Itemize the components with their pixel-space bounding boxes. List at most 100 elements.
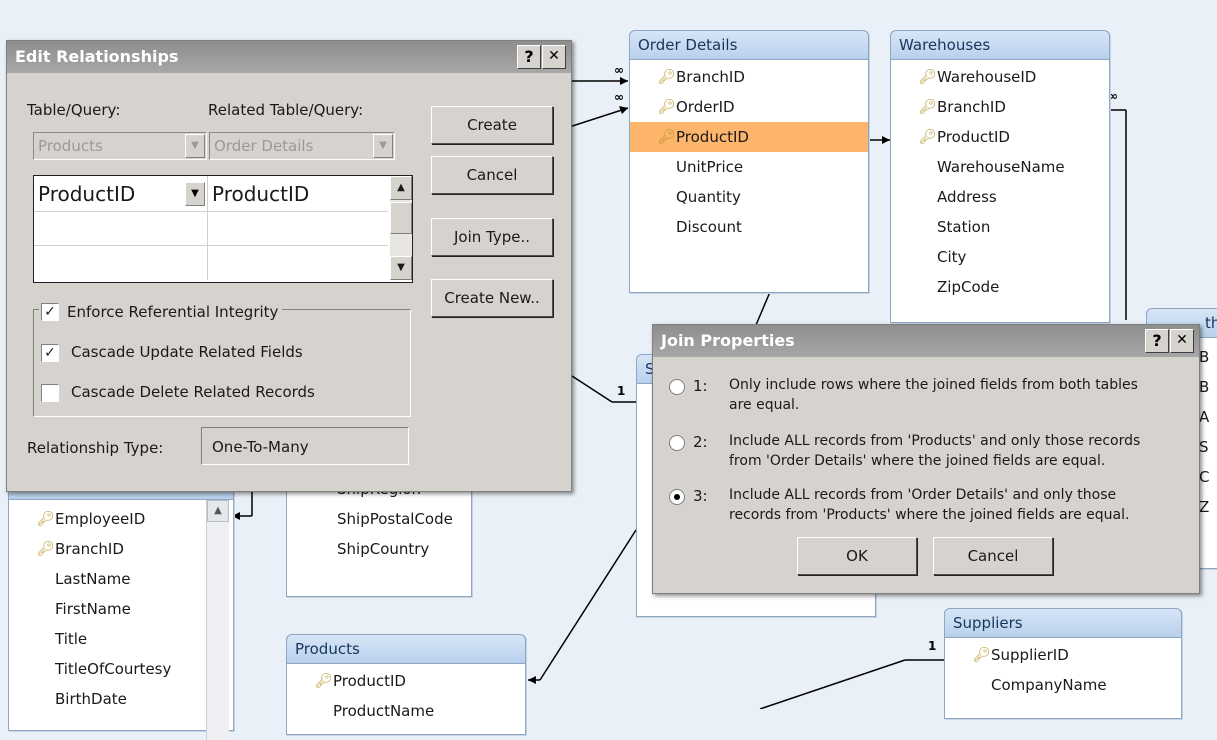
field-grid[interactable]: ProductID ▼ ProductID ▲ ▼ bbox=[33, 175, 413, 283]
chevron-down-icon[interactable]: ▼ bbox=[185, 134, 205, 158]
field-row[interactable]: LastName bbox=[9, 564, 233, 594]
enforce-integrity-checkbox[interactable]: ✓ bbox=[41, 303, 59, 321]
table-title[interactable]: Warehouses bbox=[890, 30, 1110, 60]
grid-cell[interactable] bbox=[34, 212, 208, 246]
field-row[interactable]: 🔑︎ BranchID bbox=[891, 92, 1109, 122]
field-row[interactable]: FirstName bbox=[9, 594, 233, 624]
key-icon: 🔑︎ bbox=[315, 673, 333, 689]
table-title[interactable]: Order Details bbox=[629, 30, 869, 60]
table-query-label: Table/Query: bbox=[27, 101, 121, 119]
table-warehouses[interactable]: Warehouses 🔑︎ WarehouseID 🔑︎ BranchID 🔑︎ Pr… bbox=[890, 30, 1110, 323]
field-row[interactable]: Discount bbox=[630, 212, 868, 242]
join-option-1[interactable]: 1: Only include rows where the joined fi… bbox=[669, 375, 1193, 419]
key-icon: 🔑︎ bbox=[919, 99, 937, 115]
join-option-1-radio[interactable] bbox=[669, 379, 685, 395]
relation-line-products bbox=[539, 529, 637, 681]
cancel-button[interactable]: Cancel bbox=[933, 537, 1053, 575]
relationship-type-value: One-To-Many bbox=[201, 427, 409, 465]
field-row[interactable]: 🔑︎ OrderID bbox=[630, 92, 868, 122]
close-button[interactable]: ✕ bbox=[1170, 329, 1194, 353]
cancel-button[interactable]: Cancel bbox=[431, 156, 553, 194]
enforce-integrity-option[interactable]: ✓ Enforce Referential Integrity bbox=[39, 301, 283, 321]
help-button[interactable]: ? bbox=[1145, 329, 1169, 353]
field-row[interactable]: BirthDate bbox=[9, 684, 233, 714]
dialog-titlebar[interactable]: Join Properties ? ✕ bbox=[653, 325, 1199, 357]
chevron-down-icon[interactable]: ▼ bbox=[373, 134, 393, 158]
ok-button[interactable]: OK bbox=[797, 537, 917, 575]
grid-cell[interactable] bbox=[208, 246, 388, 280]
field-row[interactable]: Station bbox=[891, 212, 1109, 242]
chevron-down-icon[interactable]: ▼ bbox=[185, 182, 205, 206]
relation-line-mid bbox=[571, 375, 613, 403]
scroll-up-arrow[interactable]: ▲ bbox=[207, 500, 229, 522]
relation-line-suppliers bbox=[759, 659, 906, 709]
key-icon: 🔑︎ bbox=[973, 647, 991, 663]
dialog-titlebar[interactable]: Edit Relationships ? ✕ bbox=[7, 41, 571, 73]
join-option-2[interactable]: 2: Include ALL records from 'Products' a… bbox=[669, 431, 1193, 475]
field-row[interactable]: CompanyName bbox=[945, 670, 1181, 700]
join-type-button[interactable]: Join Type.. bbox=[431, 218, 553, 256]
field-row[interactable]: 🔑︎ EmployeeID bbox=[9, 504, 233, 534]
grid-cell[interactable] bbox=[34, 246, 208, 280]
field-row[interactable]: ShipPostalCode bbox=[287, 504, 471, 534]
help-button[interactable]: ? bbox=[517, 45, 541, 69]
many-label: ∞ bbox=[614, 63, 624, 77]
field-row[interactable]: City bbox=[891, 242, 1109, 272]
key-icon: 🔑︎ bbox=[658, 69, 676, 85]
enforce-integrity-label: Enforce Referential Integrity bbox=[67, 303, 279, 321]
key-icon: 🔑︎ bbox=[658, 99, 676, 115]
table-employees[interactable]: 🔑︎ EmployeeID 🔑︎ BranchID LastName FirstNa… bbox=[8, 470, 234, 740]
create-button[interactable]: Create bbox=[431, 106, 553, 144]
key-icon: 🔑︎ bbox=[919, 129, 937, 145]
field-row-selected[interactable]: 🔑︎ ProductID bbox=[630, 122, 868, 152]
field-row[interactable]: 🔑︎ BranchID bbox=[9, 534, 233, 564]
close-button[interactable]: ✕ bbox=[542, 45, 566, 69]
field-row[interactable]: 🔑︎ ProductID bbox=[891, 122, 1109, 152]
scroll-down-arrow[interactable]: ▼ bbox=[390, 256, 412, 280]
cascade-delete-checkbox[interactable] bbox=[41, 384, 59, 402]
edit-relationships-dialog[interactable]: Edit Relationships ? ✕ Table/Query: Rela… bbox=[6, 40, 572, 492]
cascade-delete-label: Cascade Delete Related Records bbox=[71, 383, 315, 401]
field-row[interactable]: 🔑︎ WarehouseID bbox=[891, 62, 1109, 92]
table-order-details[interactable]: Order Details 🔑︎ BranchID 🔑︎ OrderID 🔑︎ Pro… bbox=[629, 30, 869, 293]
join-properties-dialog[interactable]: Join Properties ? ✕ 1: Only include rows… bbox=[652, 324, 1200, 594]
relation-line-orderdetails-down bbox=[755, 291, 771, 326]
field-row[interactable]: 🔑︎ BranchID bbox=[630, 62, 868, 92]
table-suppliers[interactable]: Suppliers 🔑︎ SupplierID CompanyName bbox=[944, 608, 1182, 719]
related-table-query-label: Related Table/Query: bbox=[208, 101, 364, 119]
scroll-thumb[interactable] bbox=[390, 202, 412, 234]
join-option-3-radio[interactable] bbox=[669, 489, 685, 505]
scrollbar[interactable]: ▲ ▼ bbox=[390, 176, 412, 280]
table-products[interactable]: Products 🔑︎ ProductID ProductName bbox=[286, 634, 526, 735]
dialog-title: Edit Relationships bbox=[15, 47, 179, 66]
table-title[interactable]: Products bbox=[286, 634, 526, 664]
join-option-2-radio[interactable] bbox=[669, 435, 685, 451]
grid-cell[interactable] bbox=[208, 212, 388, 246]
field-row[interactable]: TitleOfCourtesy bbox=[9, 654, 233, 684]
create-new-button[interactable]: Create New.. bbox=[431, 279, 553, 317]
field-row[interactable]: WarehouseName bbox=[891, 152, 1109, 182]
many-label: ∞ bbox=[614, 90, 624, 104]
relationship-type-label: Relationship Type: bbox=[27, 439, 164, 457]
grid-cell[interactable]: ProductID ▼ bbox=[34, 176, 208, 212]
scroll-up-arrow[interactable]: ▲ bbox=[390, 176, 412, 200]
grid-cell[interactable]: ProductID bbox=[208, 176, 388, 212]
one-label: 1 bbox=[928, 639, 936, 653]
field-row[interactable]: 🔑︎ ProductID bbox=[287, 666, 525, 696]
scrollbar[interactable]: ▲ bbox=[206, 500, 229, 740]
table-query-select[interactable]: Products ▼ bbox=[33, 132, 207, 160]
field-row[interactable]: UnitPrice bbox=[630, 152, 868, 182]
field-row[interactable]: 🔑︎ SupplierID bbox=[945, 640, 1181, 670]
key-icon: 🔑︎ bbox=[37, 511, 55, 527]
related-table-query-select[interactable]: Order Details ▼ bbox=[209, 132, 395, 160]
one-label: 1 bbox=[617, 384, 625, 398]
field-row[interactable]: Address bbox=[891, 182, 1109, 212]
field-row[interactable]: Quantity bbox=[630, 182, 868, 212]
field-row[interactable]: Title bbox=[9, 624, 233, 654]
table-title[interactable]: Suppliers bbox=[944, 608, 1182, 638]
field-row[interactable]: ZipCode bbox=[891, 272, 1109, 302]
join-option-3[interactable]: 3: Include ALL records from 'Order Detai… bbox=[669, 485, 1193, 529]
field-row[interactable]: ShipCountry bbox=[287, 534, 471, 564]
field-row[interactable]: ProductName bbox=[287, 696, 525, 726]
cascade-update-checkbox[interactable]: ✓ bbox=[41, 344, 59, 362]
